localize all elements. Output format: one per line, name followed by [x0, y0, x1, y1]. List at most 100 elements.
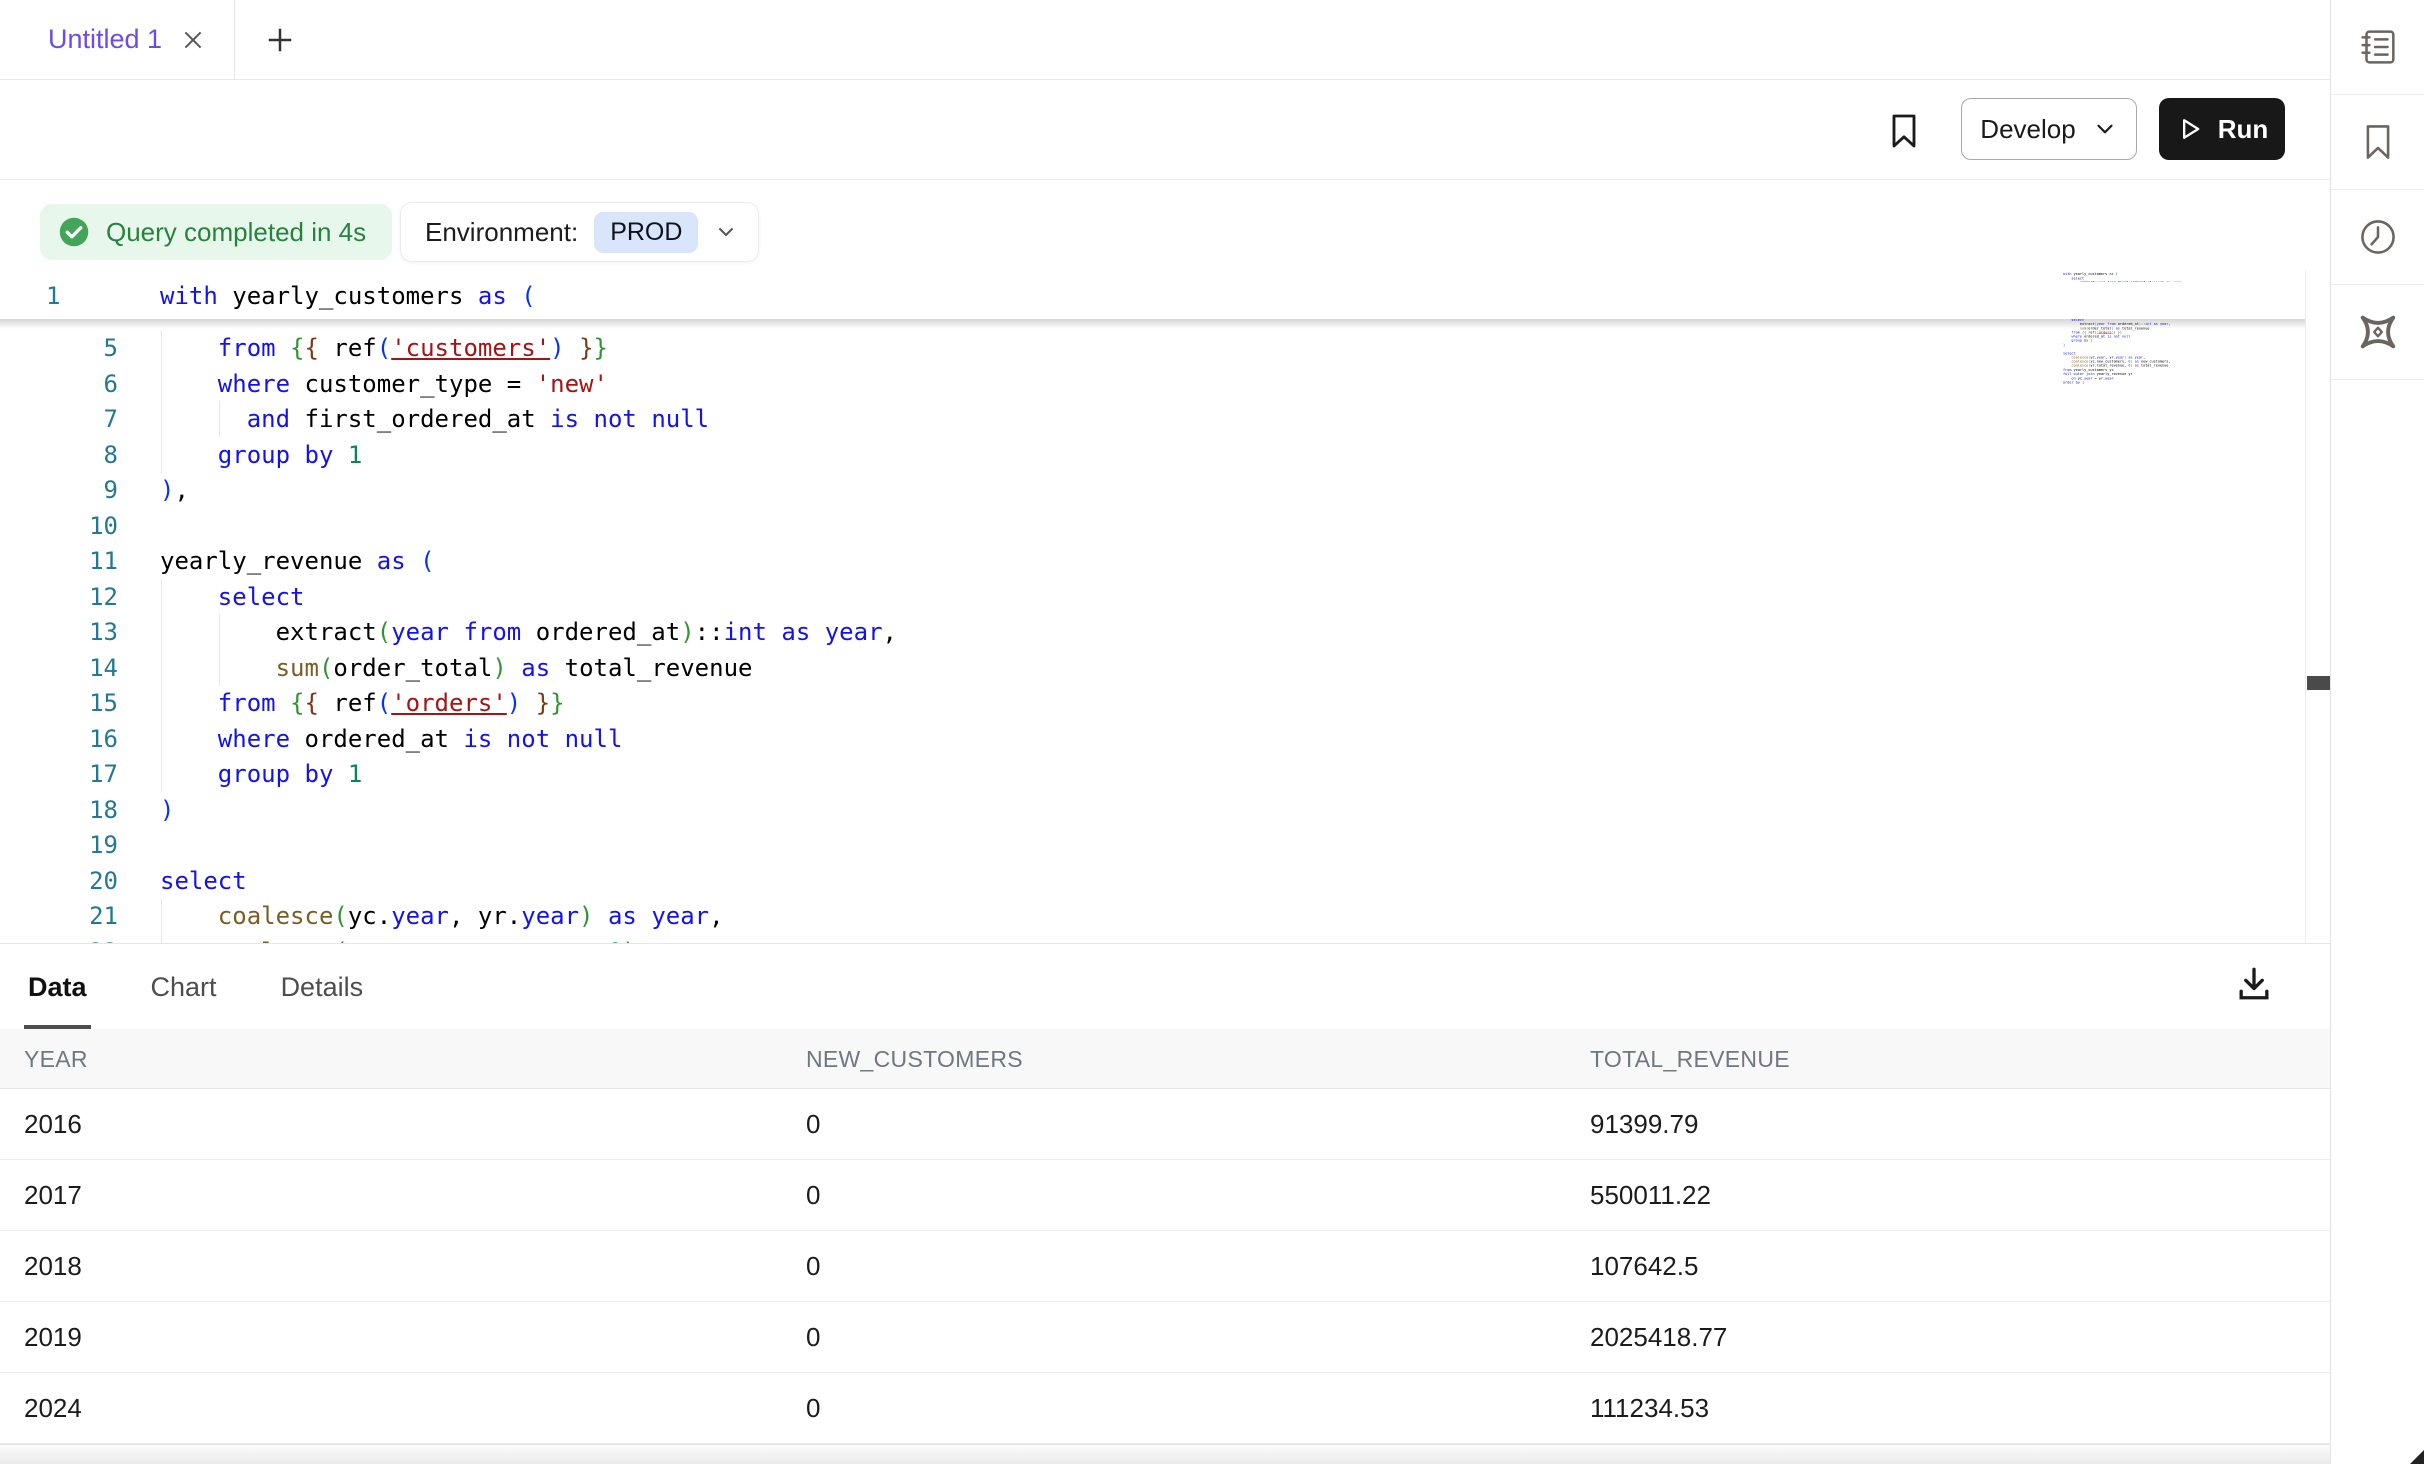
line-number: 21	[0, 898, 118, 934]
code-line[interactable]: 8 group by 1	[0, 437, 2300, 473]
code-line[interactable]: 12 select	[0, 579, 2300, 615]
main-area: Untitled 1 Develop	[0, 0, 2330, 1464]
develop-label: Develop	[1980, 114, 2075, 145]
table-cell: 2017	[24, 1160, 82, 1231]
sticky-scroll-line[interactable]: 1 with yearly_customers as (	[0, 282, 2305, 319]
code-line[interactable]: 5 from {{ ref('customers') }}	[0, 330, 2300, 366]
table-cell: 0	[806, 1160, 820, 1231]
right-sidebar	[2330, 0, 2424, 1464]
code-line[interactable]: 19	[0, 827, 2300, 863]
code-line-text: ),	[160, 472, 189, 508]
editor-scrollbar-handle[interactable]	[2307, 676, 2330, 690]
line-number: 17	[0, 756, 118, 792]
column-header[interactable]: YEAR	[24, 1029, 88, 1089]
table-cell: 2024	[24, 1373, 82, 1444]
sidebar-item-bookmarks[interactable]	[2331, 95, 2424, 190]
status-row: Query completed in 4s Environment: PROD	[0, 180, 2330, 270]
table-cell: 107642.5	[1590, 1231, 1698, 1302]
line-number: 5	[0, 330, 118, 366]
table-cell: 91399.79	[1590, 1089, 1698, 1160]
table-cell: 0	[806, 1373, 820, 1444]
table-cell: 0	[806, 1302, 820, 1373]
environment-select[interactable]: Environment: PROD	[400, 202, 759, 262]
editor-scrollbar-track	[2305, 270, 2330, 943]
code-line-text: from {{ ref('customers') }}	[160, 330, 608, 366]
table-row: 20180107642.5	[0, 1231, 2330, 1302]
table-cell: 2019	[24, 1302, 82, 1373]
line-number: 22	[0, 934, 118, 944]
query-status-text: Query completed in 4s	[106, 217, 366, 248]
code-line[interactable]: 6 where customer_type = 'new'	[0, 366, 2300, 402]
code-line-text: select	[160, 863, 247, 899]
download-icon	[2232, 962, 2276, 1006]
bookmark-button[interactable]	[1884, 108, 1928, 154]
table-cell: 0	[806, 1089, 820, 1160]
code-line[interactable]: 18)	[0, 792, 2300, 828]
play-icon	[2176, 115, 2204, 143]
line-number: 11	[0, 543, 118, 579]
code-line-text: and first_ordered_at is not null	[160, 401, 709, 437]
code-line-text: select	[160, 579, 305, 615]
code-line[interactable]: 20select	[0, 863, 2300, 899]
results-table-body: 2016091399.7920170550011.2220180107642.5…	[0, 1089, 2330, 1444]
table-cell: 2016	[24, 1089, 82, 1160]
code-line[interactable]: 17 group by 1	[0, 756, 2300, 792]
results-tab-chart[interactable]: Chart	[147, 944, 221, 1029]
code-line[interactable]: 7 and first_ordered_at is not null	[0, 401, 2300, 437]
toolbar: Develop Run	[0, 81, 2330, 180]
code-line[interactable]: 16 where ordered_at is not null	[0, 721, 2300, 757]
notebook-icon	[2355, 24, 2401, 70]
line-number: 19	[0, 827, 118, 863]
check-circle-icon	[56, 214, 92, 250]
sql-code-editor[interactable]: 1 with yearly_customers as ( 5 from {{ re…	[0, 270, 2330, 943]
code-line-text: where ordered_at is not null	[160, 721, 622, 757]
sidebar-item-lineage[interactable]	[2331, 285, 2424, 380]
code-line-text: coalesce(yc.new_customers, 0) as new_cus…	[160, 934, 897, 944]
table-cell: 2025418.77	[1590, 1302, 1727, 1373]
code-line[interactable]: 13 extract(year from ordered_at)::int as…	[0, 614, 2300, 650]
sidebar-item-notebook[interactable]	[2331, 0, 2424, 95]
query-status-badge: Query completed in 4s	[40, 204, 392, 260]
chevron-down-icon	[714, 220, 738, 244]
code-line-text: from {{ ref('orders') }}	[160, 685, 565, 721]
close-icon[interactable]	[180, 27, 206, 53]
develop-dropdown[interactable]: Develop	[1961, 98, 2137, 160]
code-line-text: with yearly_customers as (	[160, 282, 536, 310]
table-cell: 2018	[24, 1231, 82, 1302]
line-number: 9	[0, 472, 118, 508]
code-line[interactable]: 14 sum(order_total) as total_revenue	[0, 650, 2300, 686]
new-tab-button[interactable]	[235, 0, 325, 80]
line-number: 6	[0, 366, 118, 402]
results-tab-details[interactable]: Details	[277, 944, 368, 1029]
code-line-text: )	[160, 792, 174, 828]
run-button[interactable]: Run	[2159, 98, 2285, 160]
download-button[interactable]	[2232, 956, 2288, 1012]
tab-label: Untitled 1	[48, 24, 162, 55]
table-cell: 111234.53	[1590, 1373, 1709, 1444]
bookmark-icon	[1884, 109, 1924, 153]
run-label: Run	[2218, 114, 2269, 145]
sidebar-item-history[interactable]	[2331, 190, 2424, 285]
table-row: 2024 0 111234.53	[0, 1373, 2330, 1444]
line-number: 12	[0, 579, 118, 615]
lineage-icon	[2355, 309, 2401, 355]
tab-untitled-1[interactable]: Untitled 1	[0, 0, 234, 80]
code-line[interactable]: 22 coalesce(yc.new_customers, 0) as new_…	[0, 934, 2300, 944]
code-line[interactable]: 11yearly_revenue as (	[0, 543, 2300, 579]
code-line-text: coalesce(yc.year, yr.year) as year,	[160, 898, 724, 934]
horizontal-scrollbar-track[interactable]	[0, 1444, 2330, 1464]
line-number: 1	[0, 282, 118, 310]
column-header[interactable]: TOTAL_REVENUE	[1590, 1029, 1790, 1089]
table-cell: 550011.22	[1590, 1160, 1711, 1231]
window-resize-grip[interactable]	[2410, 1450, 2424, 1464]
code-line[interactable]: 15 from {{ ref('orders') }}	[0, 685, 2300, 721]
code-line-text: group by 1	[160, 756, 362, 792]
column-header[interactable]: NEW_CUSTOMERS	[806, 1029, 1023, 1089]
code-line[interactable]: 9),	[0, 472, 2300, 508]
history-icon	[2356, 215, 2400, 259]
sticky-scroll-shadow	[0, 319, 2305, 329]
code-line[interactable]: 10	[0, 508, 2300, 544]
environment-value-badge: PROD	[594, 212, 698, 253]
results-tab-data[interactable]: Data	[24, 944, 91, 1029]
code-line[interactable]: 21 coalesce(yc.year, yr.year) as year,	[0, 898, 2300, 934]
